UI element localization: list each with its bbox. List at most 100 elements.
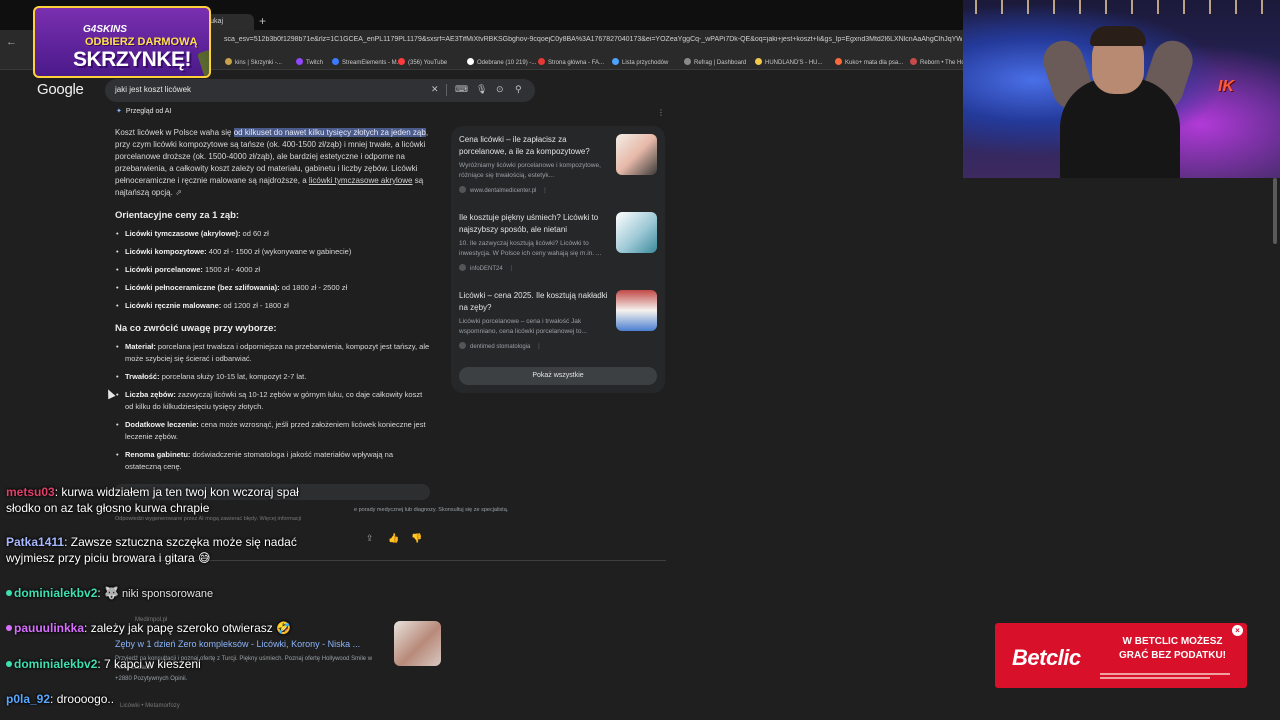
chat-message: dominialekbv2: 7 kapci w kieszeni bbox=[6, 656, 336, 672]
item-term: Licówki tymczasowe (akrylowe): bbox=[125, 229, 241, 238]
address-bar[interactable]: sca_esv=512b3b0f1298b71e&rlz=1C1GCEA_enP… bbox=[224, 36, 962, 50]
bookmark-label: kins | Skrzynki -... bbox=[235, 60, 282, 66]
close-icon[interactable]: × bbox=[1232, 625, 1243, 636]
item-text: porcelana jest trwalsza i odporniejsza n… bbox=[125, 342, 430, 363]
site-favicon-icon bbox=[459, 342, 466, 349]
item-term: Licówki pełnoceramiczne (bez szlifowania… bbox=[125, 283, 280, 292]
thumbs-down-icon[interactable]: 👎 bbox=[411, 533, 422, 544]
streamer-hair bbox=[1090, 26, 1146, 46]
chat-text: droooogo.. bbox=[56, 692, 115, 706]
bookmark-label: (356) YouTube bbox=[408, 60, 448, 66]
ad-thumbnail[interactable] bbox=[394, 621, 441, 666]
string-lights bbox=[963, 0, 1280, 14]
source-thumbnail[interactable] bbox=[616, 290, 657, 331]
source-card-snippet: Licówki porcelanowe – cena i trwałość Ja… bbox=[459, 318, 587, 335]
ai-overview-intro: Koszt licówek w Polsce waha się od kilku… bbox=[115, 127, 433, 199]
more-options-icon[interactable]: ⋮ bbox=[534, 344, 542, 350]
source-card-site[interactable]: dentimed stomatologia ⋮ bbox=[459, 342, 542, 350]
lens-icon[interactable]: ⊙ bbox=[496, 84, 504, 95]
ad-title-link[interactable]: Zęby w 1 dzień Zero kompleksów - Licówki… bbox=[115, 639, 360, 649]
chat-message: p0la_92: droooogo.. bbox=[6, 691, 336, 707]
source-card-site[interactable]: www.dentalmedicenter.pl ⋮ bbox=[459, 186, 548, 194]
item-text: od 60 zł bbox=[240, 229, 269, 238]
bookmark-favicon-icon bbox=[612, 58, 619, 65]
source-card-title[interactable]: Ile kosztuje piękny uśmiech? Licówki to … bbox=[459, 212, 609, 235]
site-favicon-icon bbox=[459, 264, 466, 271]
list-item: Trwałość: porcelana służy 10-15 lat, kom… bbox=[115, 371, 430, 383]
intro-highlight: od kilkuset do nawet kilku tysięcy złoty… bbox=[233, 128, 426, 137]
ai-overview-label: Przegląd od AI bbox=[125, 108, 172, 115]
bookmark-favicon-icon bbox=[755, 58, 762, 65]
bookmark-label: Strona główna - FA... bbox=[548, 60, 605, 66]
bookmark-favicon-icon bbox=[332, 58, 339, 65]
bookmark-item[interactable]: Twitch bbox=[296, 58, 323, 66]
bookmark-favicon-icon bbox=[684, 58, 691, 65]
bookmark-item[interactable]: Kuko+ mata dla psa... bbox=[835, 58, 903, 66]
site-name: dentimed stomatologia bbox=[470, 344, 531, 350]
ad-reviews: +2880 Pozytywnych Opinii. bbox=[115, 676, 188, 682]
bookmark-item[interactable]: (356) YouTube bbox=[398, 58, 447, 66]
ai-overview-header: ✦ Przegląd od AI bbox=[116, 107, 171, 115]
bookmark-label: Odebrane (10 219) -... bbox=[477, 60, 537, 66]
medical-disclaimer: e porady medycznej lub diagnozy. Skonsul… bbox=[354, 507, 509, 513]
site-favicon-icon bbox=[459, 186, 466, 193]
bookmark-item[interactable]: Refrag | Dashboard bbox=[684, 58, 746, 66]
new-tab-icon[interactable]: + bbox=[259, 14, 266, 28]
source-card-snippet: 10. Ile zazwyczaj kosztują licówki? Licó… bbox=[459, 240, 602, 257]
back-icon[interactable]: ← bbox=[6, 36, 17, 48]
promo-line-1: ODBIERZ DARMOWĄ bbox=[85, 36, 198, 48]
more-options-icon[interactable]: ⋮ bbox=[657, 108, 665, 117]
bookmark-favicon-icon bbox=[910, 58, 917, 65]
bookmark-label: Kuko+ mata dla psa... bbox=[845, 60, 904, 66]
bookmark-item[interactable]: Reborn • The Ho bbox=[910, 58, 965, 66]
chat-message: metsu03: kurwa widziałem ja ten twoj kon… bbox=[6, 484, 336, 516]
list-item: Licówki porcelanowe: 1500 zł - 4000 zł bbox=[115, 264, 430, 276]
bookmark-label: StreamElements - M... bbox=[342, 60, 402, 66]
site-name: www.dentalmedicenter.pl bbox=[470, 188, 537, 194]
item-term: Renoma gabinetu: bbox=[125, 450, 191, 459]
chat-message: Patka1411: Zawsze sztuczna szczęka może … bbox=[6, 534, 336, 566]
link-icon[interactable]: ⇗ bbox=[175, 188, 182, 197]
share-icon[interactable]: ⇪ bbox=[366, 533, 374, 544]
source-card-title[interactable]: Licówki – cena 2025. Ile kosztują nakład… bbox=[459, 290, 609, 313]
item-term: Trwałość: bbox=[125, 372, 160, 381]
bookmark-item[interactable]: Lista przychodów bbox=[612, 58, 668, 66]
source-card-title[interactable]: Cena licówki – ile zapłacisz za porcelan… bbox=[459, 134, 609, 157]
bookmark-item[interactable]: Strona główna - FA... bbox=[538, 58, 604, 66]
thumbs-up-icon[interactable]: 👍 bbox=[388, 533, 399, 544]
source-thumbnail[interactable] bbox=[616, 134, 657, 175]
more-options-icon[interactable]: ⋮ bbox=[507, 266, 514, 272]
bookmark-favicon-icon bbox=[538, 58, 545, 65]
prices-heading: Orientacyjne ceny za 1 ząb: bbox=[115, 210, 240, 221]
chat-separator: : bbox=[64, 535, 71, 549]
bookmark-item[interactable]: Odebrane (10 219) -... bbox=[467, 58, 536, 66]
show-all-button[interactable]: Pokaż wszystkie bbox=[459, 367, 657, 385]
bookmark-item[interactable]: kins | Skrzynki -... bbox=[225, 58, 282, 66]
chat-message: pauuulinkka: zależy jak papę szeroko otw… bbox=[6, 620, 336, 636]
sponsored-label: niki sponsorowane bbox=[119, 588, 214, 600]
microphone-icon[interactable]: 🎙 bbox=[476, 84, 487, 95]
bookmark-label: Reborn • The Ho bbox=[920, 60, 965, 66]
search-input[interactable]: jaki jest koszt licówek bbox=[115, 85, 191, 94]
bookmark-item[interactable]: StreamElements - M... bbox=[332, 58, 402, 66]
page-scrollbar[interactable] bbox=[1273, 178, 1277, 244]
item-text: od 1200 zł - 1800 zł bbox=[221, 301, 289, 310]
chat-text: 7 kapci w kieszeni bbox=[104, 657, 201, 671]
bookmark-item[interactable]: HUNDLAND'S - HU... bbox=[755, 58, 822, 66]
search-icon[interactable]: ⚲ bbox=[515, 84, 522, 95]
bookmark-favicon-icon bbox=[835, 58, 842, 65]
source-card-site[interactable]: infoDENT24 ⋮ bbox=[459, 264, 514, 272]
google-logo[interactable]: Google bbox=[37, 81, 84, 98]
more-options-icon[interactable]: ⋮ bbox=[540, 188, 548, 194]
chat-username: p0la_92 bbox=[6, 692, 51, 706]
item-term: Liczba zębów: bbox=[125, 390, 176, 399]
source-thumbnail[interactable] bbox=[616, 212, 657, 253]
keyboard-icon[interactable]: ⌨ bbox=[455, 84, 468, 95]
list-item: Licówki pełnoceramiczne (bez szlifowania… bbox=[115, 282, 430, 294]
sparkle-icon: ✦ bbox=[116, 108, 122, 115]
clear-icon[interactable]: ✕ bbox=[431, 84, 439, 95]
chat-text: 🐺 bbox=[104, 586, 119, 600]
search-divider bbox=[446, 84, 447, 96]
chat-badge-icon bbox=[6, 590, 12, 596]
intro-link[interactable]: licówki tymczasowe akrylowe bbox=[309, 176, 413, 185]
